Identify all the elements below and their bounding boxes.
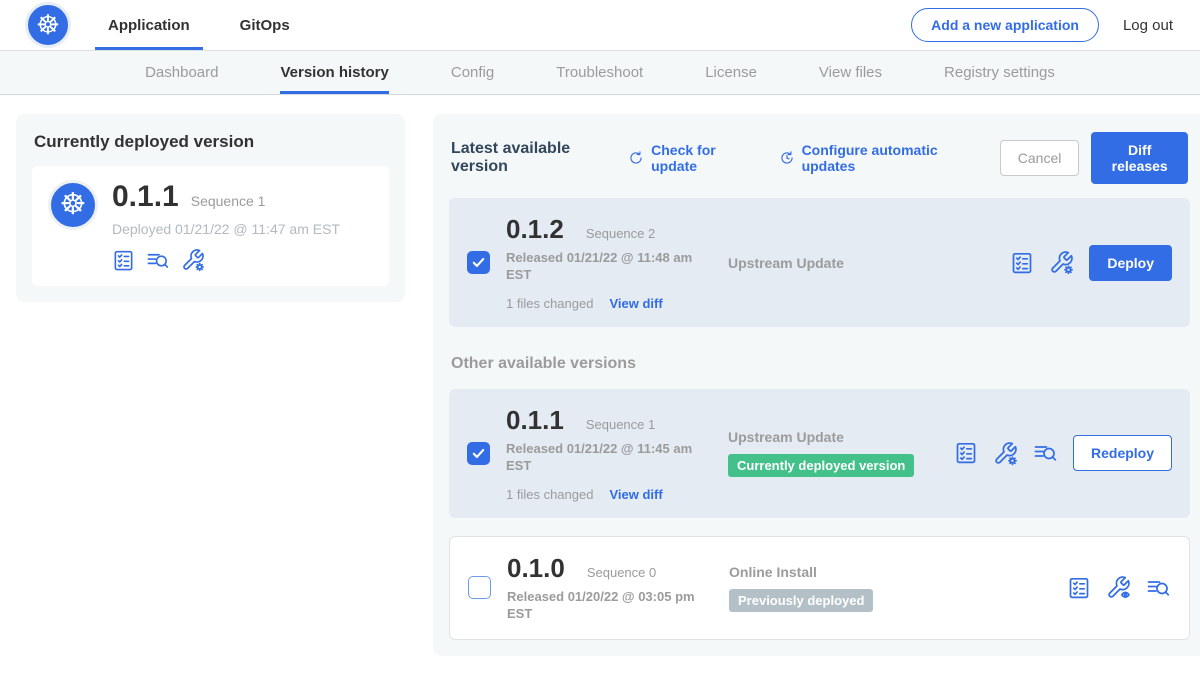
tab-application-label: Application: [108, 17, 190, 34]
source-label: Upstream Update: [728, 255, 954, 271]
version-number: 0.1.2: [506, 214, 564, 245]
version-checkbox[interactable]: [468, 576, 491, 599]
version-row-0.1.1: 0.1.1 Sequence 1 Released 01/21/22 @ 11:…: [449, 389, 1190, 518]
add-application-button[interactable]: Add a new application: [911, 8, 1099, 42]
files-changed-label: 1 files changed: [506, 487, 593, 502]
diff-releases-button[interactable]: Diff releases: [1091, 132, 1188, 184]
version-info: 0.1.2 Sequence 2 Released 01/21/22 @ 11:…: [506, 214, 704, 311]
view-diff-link[interactable]: View diff: [609, 296, 662, 311]
panel-header: Latest available version Check for updat…: [449, 130, 1190, 198]
tab-gitops-label: GitOps: [240, 17, 290, 34]
version-number: 0.1.0: [507, 553, 565, 584]
logout-link[interactable]: Log out: [1123, 17, 1173, 34]
version-source: Online Install Previously deployed: [729, 564, 955, 612]
app-icon: ☸: [48, 180, 98, 230]
version-sequence: Sequence 0: [587, 565, 656, 580]
subnav-item-version-history[interactable]: Version history: [280, 51, 388, 94]
kubernetes-icon: ☸: [36, 12, 60, 39]
previously-deployed-badge: Previously deployed: [729, 589, 873, 612]
subnav-label: Config: [451, 64, 494, 81]
schedule-update-icon: [779, 149, 795, 167]
version-number: 0.1.1: [506, 405, 564, 436]
currently-deployed-card: Currently deployed version ☸ 0.1.1 Seque…: [16, 114, 405, 302]
currently-deployed-title: Currently deployed version: [34, 132, 389, 152]
version-sequence: Sequence 2: [586, 226, 655, 241]
edit-config-icon[interactable]: [181, 248, 205, 272]
deploy-logs-icon[interactable]: [146, 249, 170, 272]
subnav-item-config[interactable]: Config: [451, 51, 494, 94]
configure-updates-label: Configure automatic updates: [802, 142, 974, 174]
deploy-logs-icon[interactable]: [1146, 576, 1171, 600]
subnav-label: Dashboard: [145, 64, 218, 81]
subnav-item-registry-settings[interactable]: Registry settings: [944, 51, 1055, 94]
topbar-tabs: Application GitOps: [95, 0, 303, 50]
panel-header-actions: Cancel Diff releases: [1000, 132, 1188, 184]
version-actions: Deploy: [1010, 245, 1172, 281]
files-changed-label: 1 files changed: [506, 296, 593, 311]
version-checkbox[interactable]: [467, 251, 490, 274]
deployed-version-info: 0.1.1 Sequence 1 Deployed 01/21/22 @ 11:…: [112, 180, 340, 272]
subnav-item-license[interactable]: License: [705, 51, 757, 94]
version-row-0.1.0: 0.1.0 Sequence 0 Released 01/20/22 @ 03:…: [449, 536, 1190, 640]
deployed-icon-row: [112, 248, 340, 272]
deployed-version-card: ☸ 0.1.1 Sequence 1 Deployed 01/21/22 @ 1…: [32, 166, 389, 286]
version-source: Upstream Update Currently deployed versi…: [728, 429, 954, 477]
preflight-checks-icon[interactable]: [112, 249, 135, 272]
topbar-right: Add a new application Log out: [911, 0, 1173, 50]
edit-config-icon[interactable]: [993, 441, 1018, 466]
subnav-label: View files: [819, 64, 882, 81]
view-diff-link[interactable]: View diff: [609, 487, 662, 502]
check-icon: [471, 255, 486, 270]
deployed-sequence: Sequence 1: [191, 193, 266, 209]
configure-updates-link[interactable]: Configure automatic updates: [779, 142, 974, 174]
source-label: Online Install: [729, 564, 955, 580]
topbar: ☸ Application GitOps Add a new applicati…: [0, 0, 1200, 50]
version-sequence: Sequence 1: [586, 417, 655, 432]
subnav-item-troubleshoot[interactable]: Troubleshoot: [556, 51, 643, 94]
released-timestamp: Released 01/21/22 @ 11:48 am EST: [506, 250, 704, 284]
check-for-update-label: Check for update: [651, 142, 752, 174]
subnav-label: Version history: [280, 64, 388, 81]
subnav-label: License: [705, 64, 757, 81]
version-row-0.1.2: 0.1.2 Sequence 2 Released 01/21/22 @ 11:…: [449, 198, 1190, 327]
version-source: Upstream Update: [728, 255, 954, 271]
cancel-button[interactable]: Cancel: [1000, 140, 1080, 176]
released-timestamp: Released 01/20/22 @ 03:05 pm EST: [507, 589, 705, 623]
subnav-item-view-files[interactable]: View files: [819, 51, 882, 94]
edit-config-icon[interactable]: [1049, 250, 1074, 275]
check-icon: [471, 446, 486, 461]
deployed-version-number: 0.1.1: [112, 180, 179, 214]
app-subnav: Dashboard Version history Config Trouble…: [0, 50, 1200, 95]
tab-gitops[interactable]: GitOps: [227, 0, 303, 50]
version-history-panel: Latest available version Check for updat…: [433, 114, 1200, 656]
app-logo: ☸: [25, 2, 71, 48]
deployed-timestamp: Deployed 01/21/22 @ 11:47 am EST: [112, 221, 340, 237]
currently-deployed-badge: Currently deployed version: [728, 454, 914, 477]
redeploy-button[interactable]: Redeploy: [1073, 435, 1172, 471]
refresh-icon: [628, 149, 644, 167]
preflight-checks-icon[interactable]: [1067, 576, 1091, 600]
version-actions: [1067, 575, 1171, 600]
preflight-checks-icon[interactable]: [954, 441, 978, 465]
subnav-label: Troubleshoot: [556, 64, 643, 81]
main-content: Currently deployed version ☸ 0.1.1 Seque…: [0, 95, 1200, 675]
deploy-logs-icon[interactable]: [1033, 441, 1058, 465]
released-timestamp: Released 01/21/22 @ 11:45 am EST: [506, 441, 704, 475]
version-checkbox[interactable]: [467, 442, 490, 465]
subnav-item-dashboard[interactable]: Dashboard: [145, 51, 218, 94]
source-label: Upstream Update: [728, 429, 954, 445]
deploy-button[interactable]: Deploy: [1089, 245, 1172, 281]
check-for-update-link[interactable]: Check for update: [628, 142, 752, 174]
latest-version-title: Latest available version: [451, 140, 612, 176]
tab-application[interactable]: Application: [95, 0, 203, 50]
preflight-checks-icon[interactable]: [1010, 251, 1034, 275]
view-config-icon[interactable]: [1106, 575, 1131, 600]
kubernetes-icon: ☸: [60, 190, 87, 220]
subnav-label: Registry settings: [944, 64, 1055, 81]
version-actions: Redeploy: [954, 435, 1172, 471]
version-info: 0.1.1 Sequence 1 Released 01/21/22 @ 11:…: [506, 405, 704, 502]
version-info: 0.1.0 Sequence 0 Released 01/20/22 @ 03:…: [507, 553, 705, 623]
other-versions-title: Other available versions: [451, 355, 1188, 373]
